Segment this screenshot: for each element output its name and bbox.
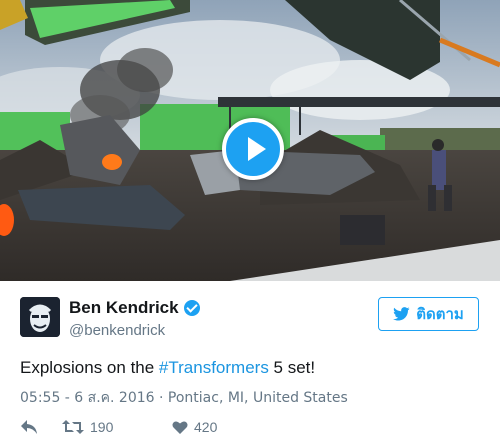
hashtag-link[interactable]: #Transformers	[159, 358, 269, 377]
tweet: Ben Kendrick @benkendrick ติดตาม Explosi…	[0, 281, 500, 442]
reply-icon	[21, 420, 37, 434]
display-name[interactable]: Ben Kendrick	[69, 298, 200, 318]
avatar-image	[20, 297, 60, 337]
reply-button[interactable]	[20, 419, 62, 435]
user-handle[interactable]: @benkendrick	[69, 322, 165, 339]
display-name-text: Ben Kendrick	[69, 298, 179, 317]
verified-icon	[183, 300, 200, 316]
like-count: 420	[194, 419, 218, 435]
retweet-count: 190	[90, 419, 114, 435]
like-button[interactable]: 420	[172, 419, 217, 435]
tweet-meta: 05:55 - 6 ส.ค. 2016 · Pontiac, MI, Unite…	[20, 387, 348, 409]
avatar[interactable]	[20, 297, 60, 337]
retweet-icon	[62, 420, 84, 434]
timestamp[interactable]: 05:55 - 6 ส.ค. 2016	[20, 390, 155, 406]
retweet-button[interactable]: 190	[62, 419, 172, 435]
video-player[interactable]	[0, 0, 500, 281]
follow-button[interactable]: ติดตาม	[378, 297, 479, 331]
play-icon	[248, 137, 266, 161]
heart-icon	[172, 420, 188, 434]
twitter-bird-icon	[393, 307, 410, 321]
play-button[interactable]	[222, 118, 284, 180]
tweet-text-after: 5 set!	[268, 358, 316, 377]
location-link[interactable]: Pontiac, MI, United States	[168, 390, 348, 406]
follow-label: ติดตาม	[416, 305, 464, 323]
tweet-text: Explosions on the #Transformers 5 set!	[20, 358, 315, 378]
tweet-text-before: Explosions on the	[20, 358, 159, 377]
meta-separator: ·	[154, 390, 168, 406]
tweet-actions: 190 420	[20, 417, 217, 437]
